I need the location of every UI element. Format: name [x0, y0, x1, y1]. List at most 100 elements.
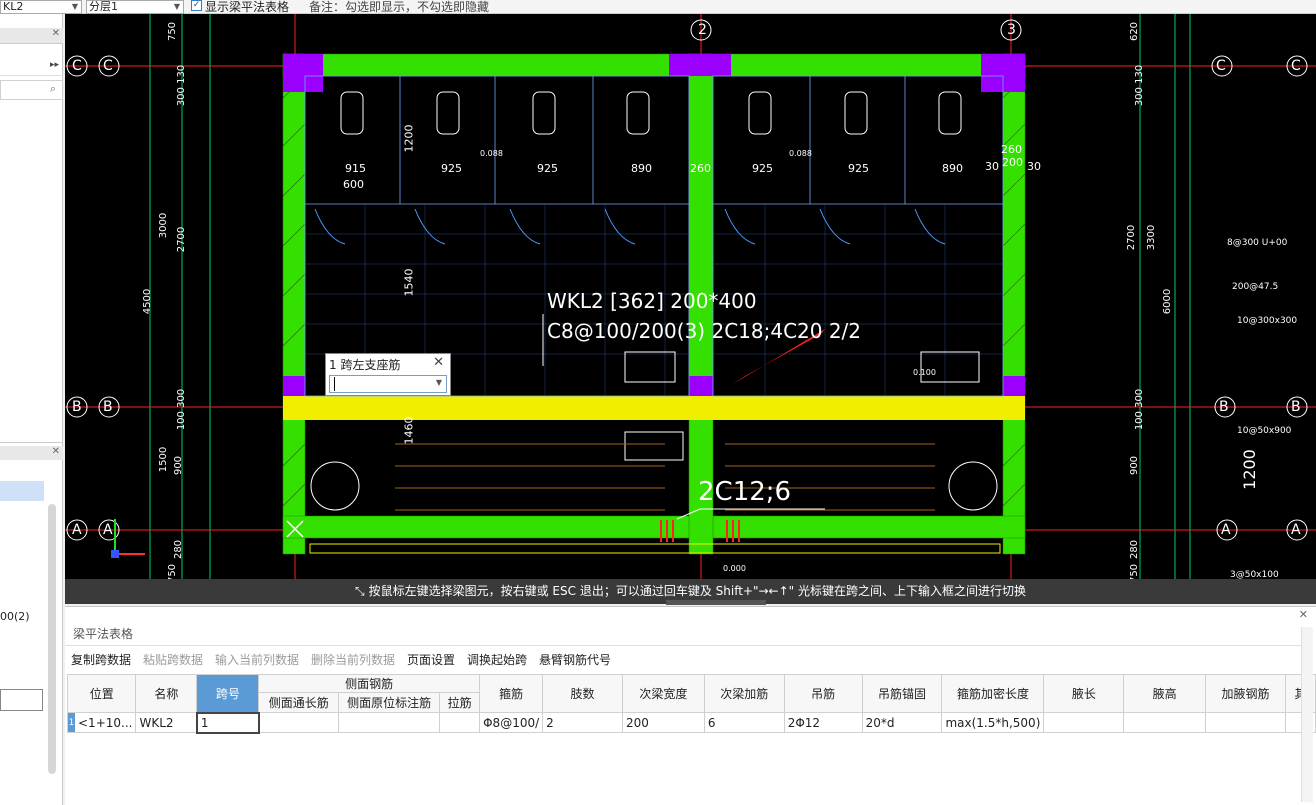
cell-position[interactable]: 1 <1+10...	[66, 712, 137, 733]
col-header-hanger-anchor[interactable]: 吊筋锚固	[861, 674, 943, 713]
cad-canvas[interactable]: 2 3 1 C C B B A A C C B B A A 915 925 92…	[65, 14, 1316, 604]
dim-text: 30	[985, 160, 999, 173]
show-table-checkbox[interactable]: ✓	[191, 0, 202, 11]
close-icon[interactable]: ✕	[433, 355, 444, 370]
left-list-item[interactable]: 00(2)	[0, 610, 30, 623]
col-header-haunch-length[interactable]: 腋长	[1043, 674, 1125, 713]
span-label: 2C12;6	[698, 477, 792, 507]
left-dim: 100 300	[176, 388, 188, 431]
left-dim: 4500	[142, 288, 154, 315]
axis-label: C	[1291, 58, 1301, 74]
axis-label: B	[72, 399, 82, 415]
cell-span[interactable]: 1	[195, 711, 260, 734]
dim-text: 925	[752, 162, 773, 175]
axis-label: A	[1291, 522, 1301, 538]
cell-haunch-rebar[interactable]	[1205, 712, 1286, 733]
layer-select[interactable]: KL2 ▼	[0, 0, 82, 14]
table-scrollbar[interactable]	[1301, 627, 1313, 802]
col-header-haunch-height[interactable]: 腋高	[1123, 674, 1207, 713]
cell-text: <1+10...	[78, 715, 133, 730]
floor-select[interactable]: 分层1 ▼	[86, 0, 184, 14]
right-dim: 300 130	[1134, 64, 1146, 107]
grid-label-top: 3	[1007, 22, 1016, 38]
cell-legs[interactable]: 2	[542, 712, 623, 733]
show-table-label: 显示梁平法表格	[205, 0, 290, 14]
right-dim: 6000	[1162, 288, 1174, 315]
col-header-side-long[interactable]: 侧面通长筋	[258, 692, 340, 713]
col-header-stirrup[interactable]: 箍筋	[479, 674, 544, 713]
cell-hanger[interactable]: 2Φ12	[783, 712, 863, 733]
col-header-haunch-rebar[interactable]: 加腋钢筋	[1205, 674, 1286, 713]
cell-hanger-anchor[interactable]: 20*d	[861, 712, 943, 733]
chevron-down-icon[interactable]: ▼	[436, 378, 442, 387]
note-text: 备注：勾选即显示，不勾选即隐藏	[309, 0, 490, 14]
panel-splitter[interactable]	[666, 600, 766, 605]
axis-label: C	[103, 58, 113, 74]
col-header-secondary-rebar[interactable]: 次梁加筋	[703, 674, 785, 713]
right-note: 200@47.5	[1232, 282, 1279, 292]
double-chevron-right-icon[interactable]: ▸▸	[50, 60, 59, 70]
cell-secondary-rebar[interactable]: 6	[703, 712, 785, 733]
beam-label-line1: WKL2 [362] 200*400	[547, 289, 757, 313]
close-icon[interactable]: ✕	[1299, 608, 1308, 621]
copy-span-button[interactable]: 复制跨数据	[71, 651, 131, 668]
grid-label-top: 2	[698, 22, 707, 38]
cell-side-long[interactable]	[258, 712, 340, 733]
cell-stirrup[interactable]: Φ8@100/	[479, 712, 544, 733]
cell-name[interactable]: WKL2	[135, 712, 198, 733]
axis-label: A	[103, 522, 113, 538]
close-icon[interactable]: ✕	[52, 28, 60, 39]
col-header-secondary-width[interactable]: 次梁宽度	[621, 674, 705, 713]
cell-side-in-situ[interactable]	[338, 712, 441, 733]
close-icon[interactable]: ✕	[52, 446, 60, 457]
input-column-button[interactable]: 输入当前列数据	[215, 651, 299, 668]
table-row[interactable]: 1 <1+10... WKL2 1 Φ8@100/ 2 200 6 2Φ12 20…	[66, 711, 1316, 734]
col-header-side-in-situ[interactable]: 侧面原位标注筋	[338, 692, 441, 713]
col-header-position[interactable]: 位置	[66, 674, 137, 713]
page-settings-button[interactable]: 页面设置	[407, 651, 455, 668]
left-dim: 2700	[176, 226, 188, 253]
delete-column-button[interactable]: 删除当前列数据	[311, 651, 395, 668]
swap-start-span-button[interactable]: 调换起始跨	[467, 651, 527, 668]
col-header-tie[interactable]: 拉筋	[439, 692, 481, 713]
left-list-selected[interactable]	[0, 481, 44, 501]
left-dim: 280	[173, 539, 185, 560]
dim-text: 890	[631, 162, 652, 175]
axis-label: C	[72, 58, 82, 74]
cell-secondary-width[interactable]: 200	[621, 712, 705, 733]
left-dim: 300 130	[176, 64, 188, 107]
cell-haunch-length[interactable]	[1043, 712, 1125, 733]
support-rebar-input[interactable]: ▼	[329, 375, 447, 393]
support-rebar-popup[interactable]: 1 跨左支座筋 ✕ ▼	[325, 353, 451, 396]
beam-label-line2: C8@100/200(3) 2C18;4C20 2/2	[547, 319, 862, 343]
paste-span-button[interactable]: 粘贴跨数据	[143, 651, 203, 668]
cantilever-rebar-button[interactable]: 悬臂钢筋代号	[539, 651, 611, 668]
col-header-legs[interactable]: 肢数	[542, 674, 623, 713]
axis-label: A	[72, 522, 82, 538]
col-header-densify-length[interactable]: 箍筋加密长度	[941, 674, 1045, 713]
left-dim: 750	[167, 21, 179, 42]
axis-label: A	[1221, 522, 1231, 538]
row-index[interactable]: 1	[68, 713, 75, 732]
dim-text: 890	[942, 162, 963, 175]
right-dim: 280	[1129, 539, 1141, 560]
cell-densify-length[interactable]: max(1.5*h,500)	[941, 712, 1045, 733]
left-scrollbar[interactable]	[48, 504, 56, 774]
left-list-box[interactable]	[0, 689, 43, 711]
dim-text: 925	[537, 162, 558, 175]
dim-text: 260	[1001, 143, 1022, 156]
col-header-hanger[interactable]: 吊筋	[783, 674, 863, 713]
right-dim: 2700	[1126, 224, 1138, 251]
col-header-span[interactable]: 跨号	[196, 674, 260, 713]
left-search-input[interactable]: ⌕	[0, 80, 63, 100]
cell-tie[interactable]	[439, 712, 481, 733]
dim-text: 0.000	[723, 564, 746, 573]
top-toolbar: KL2 ▼ 分层1 ▼ ✓ 显示梁平法表格 备注：勾选即显示，不勾选即隐藏	[0, 0, 1316, 14]
dim-text: 0.088	[480, 149, 503, 158]
cell-haunch-height[interactable]	[1123, 712, 1207, 733]
right-dim: 100 300	[1134, 388, 1146, 431]
left-dim: 900	[173, 455, 185, 476]
layer-select-value: KL2	[3, 0, 24, 13]
col-header-name[interactable]: 名称	[135, 674, 198, 713]
dim-text: 1540	[402, 268, 416, 297]
